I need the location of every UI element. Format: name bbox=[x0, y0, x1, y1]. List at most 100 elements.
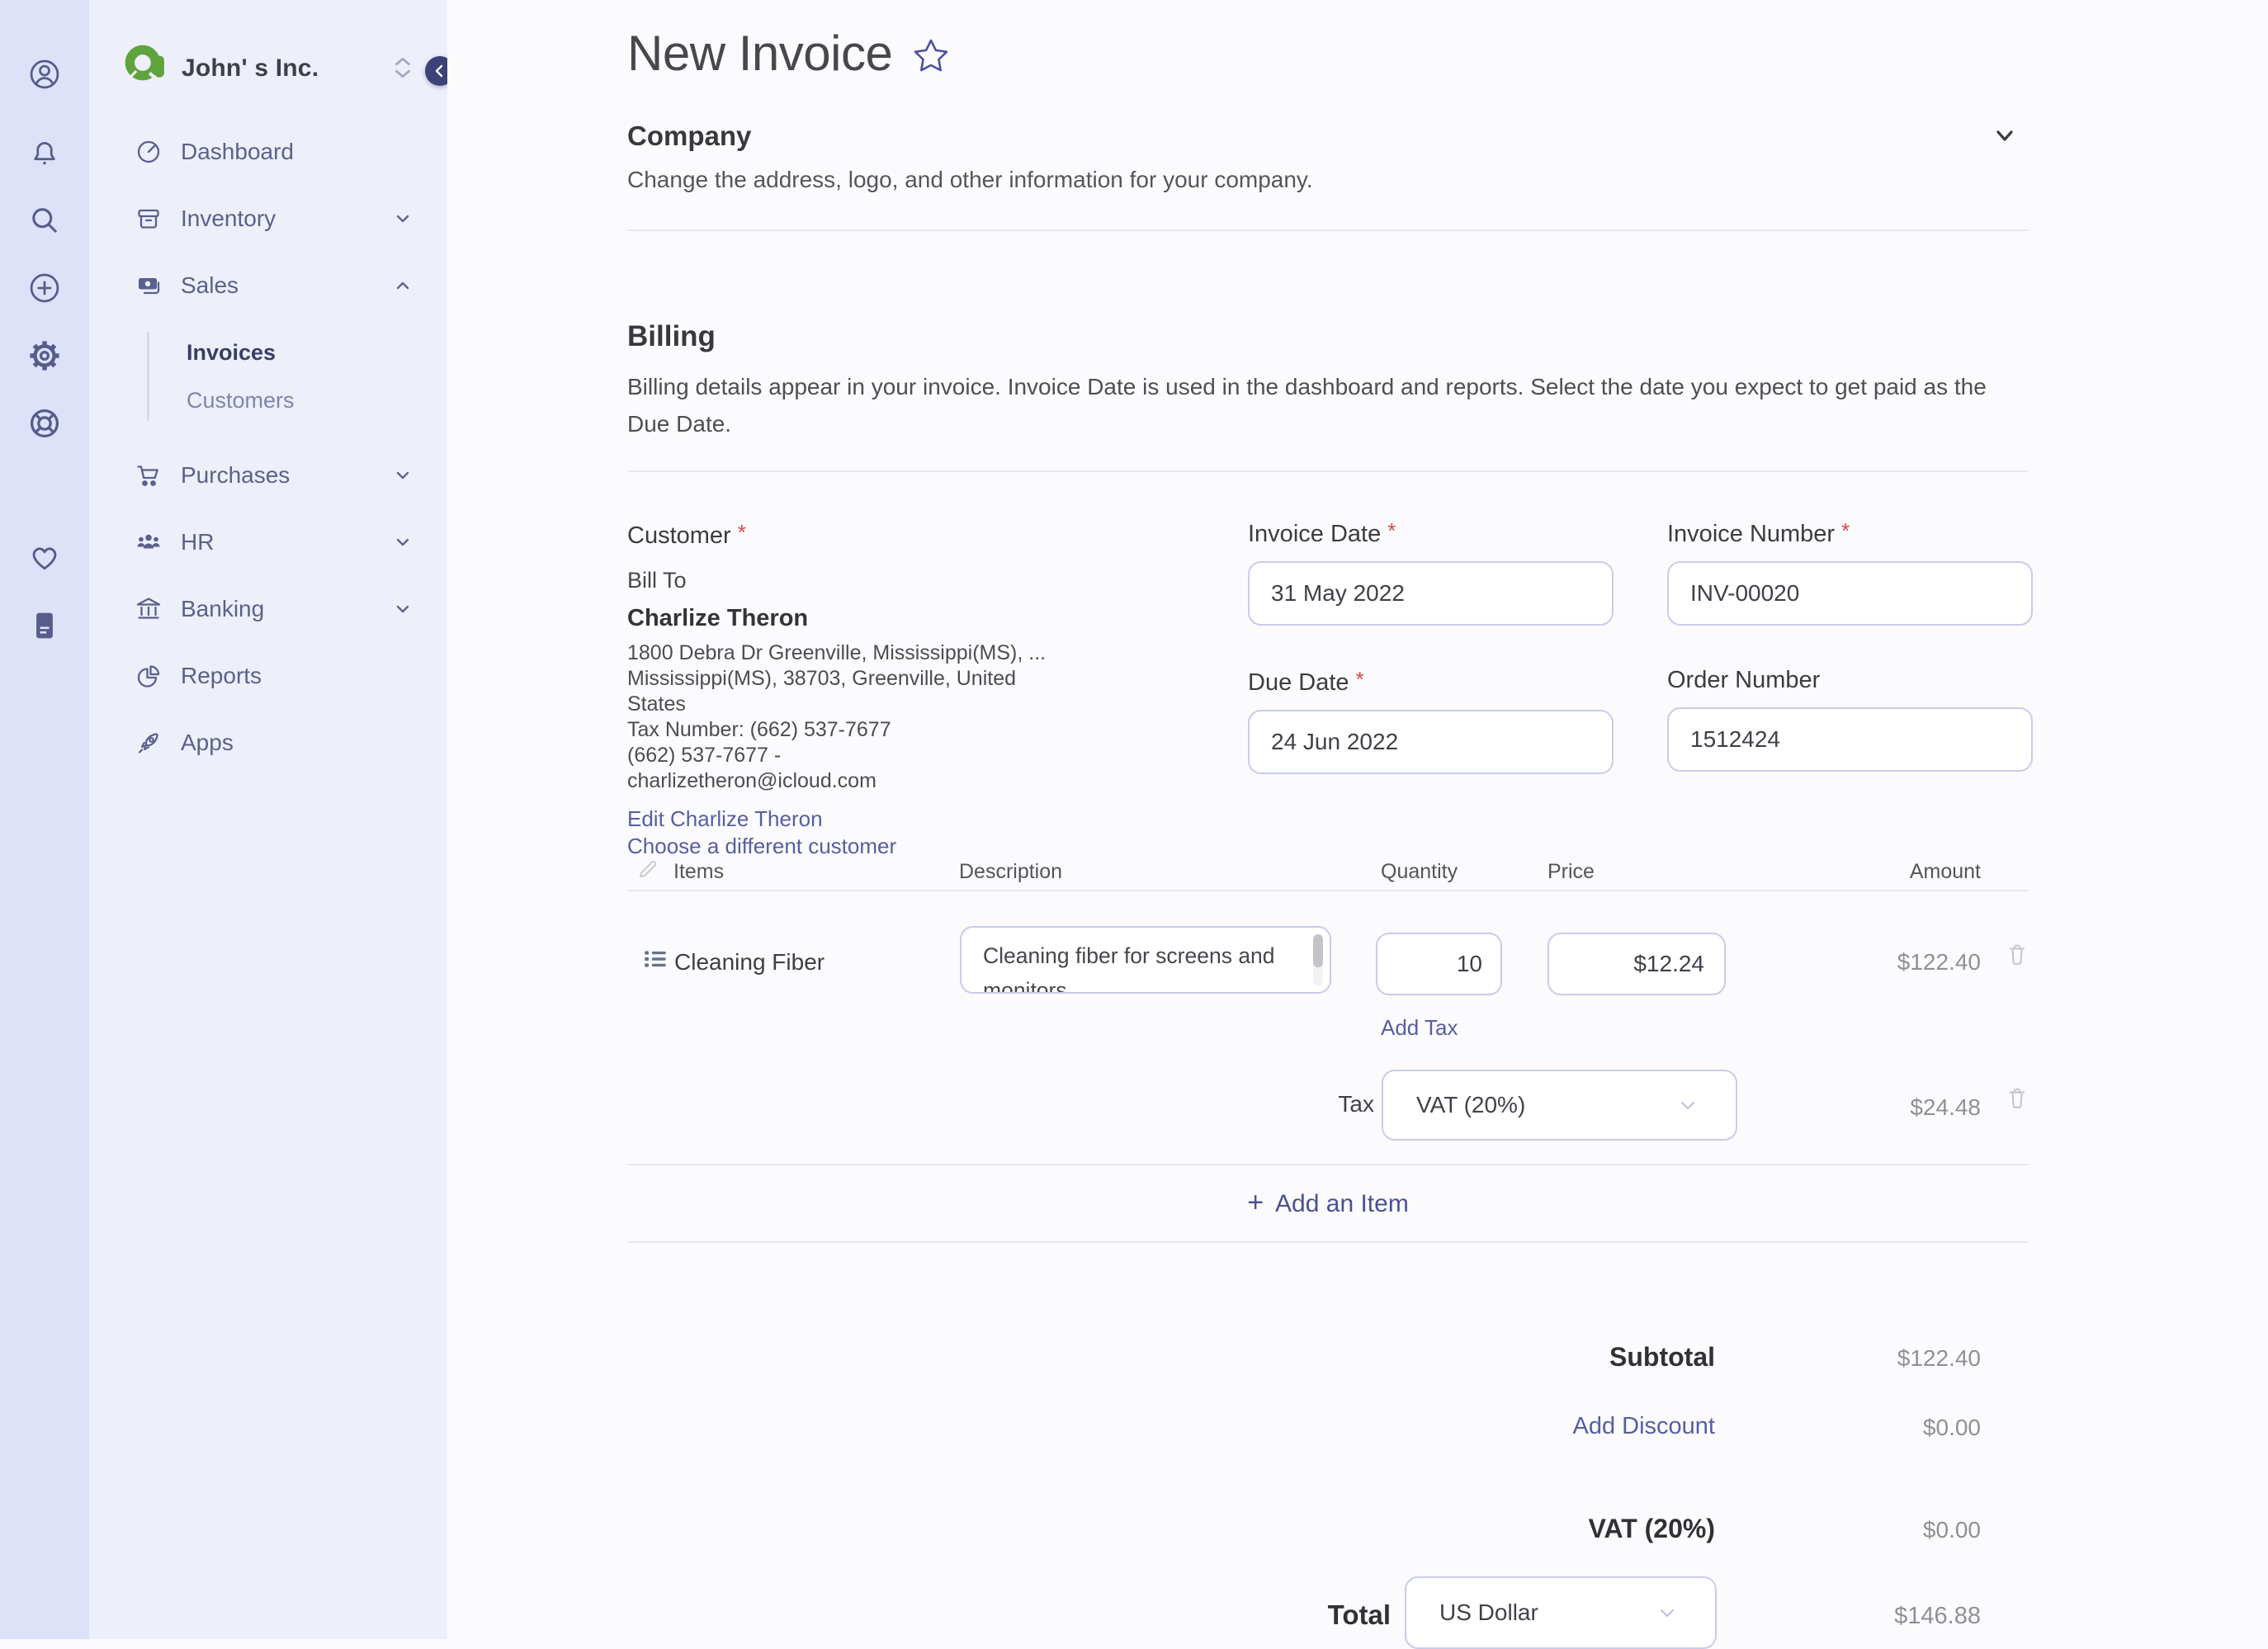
company-name[interactable]: John' s Inc. bbox=[182, 54, 319, 83]
account-icon[interactable] bbox=[26, 56, 63, 92]
sidebar-item-label: Dashboard bbox=[181, 138, 294, 164]
sidebar-item-purchases[interactable]: Purchases bbox=[89, 442, 447, 508]
due-date-field: Due Date * bbox=[1248, 667, 1614, 774]
sidebar-item-sales[interactable]: Sales bbox=[89, 252, 447, 319]
reports-pie-icon bbox=[135, 662, 163, 690]
subtotal-value: $122.40 bbox=[1897, 1345, 1981, 1371]
apps-rocket-icon bbox=[135, 729, 163, 757]
sidebar-item-customers[interactable]: Customers bbox=[89, 376, 447, 424]
sidebar-item-banking[interactable]: Banking bbox=[89, 575, 447, 642]
delete-item-trash-icon[interactable] bbox=[2004, 941, 2030, 969]
sidebar-item-label: Customers bbox=[187, 387, 295, 413]
amount-column-header: Amount bbox=[1909, 860, 1981, 883]
inventory-icon bbox=[135, 205, 163, 233]
sales-icon bbox=[135, 272, 163, 300]
add-item-button[interactable]: + Add an Item bbox=[627, 1187, 2029, 1219]
invoice-date-label: Invoice Date * bbox=[1248, 518, 1396, 547]
chevron-down-icon bbox=[393, 532, 413, 552]
delete-tax-trash-icon[interactable] bbox=[2004, 1084, 2030, 1113]
main-area: New Invoice Company Change the address, … bbox=[447, 0, 2268, 1649]
tax-select-value: VAT (20%) bbox=[1416, 1092, 1526, 1117]
favorites-heart-icon[interactable] bbox=[26, 540, 63, 576]
billing-section-description: Billing details appear in your invoice. … bbox=[627, 374, 1987, 437]
tax-select[interactable]: VAT (20%) bbox=[1382, 1070, 1737, 1141]
chevron-up-icon bbox=[393, 276, 413, 295]
address-line: 1800 Debra Dr Greenville, Mississippi(MS… bbox=[627, 641, 1047, 664]
company-collapse-chevron-icon[interactable] bbox=[1992, 122, 2018, 149]
drag-handle-icon[interactable] bbox=[642, 946, 669, 972]
chevron-down-icon bbox=[1676, 1094, 1699, 1117]
invoice-number-label: Invoice Number * bbox=[1667, 518, 1850, 547]
switch-company-icon[interactable] bbox=[391, 54, 414, 81]
order-number-field: Order Number bbox=[1667, 667, 2033, 774]
tax-label: Tax bbox=[1338, 1091, 1374, 1117]
address-line: Mississippi(MS), 38703, Greenville, Unit… bbox=[627, 667, 1017, 690]
company-logo[interactable] bbox=[122, 40, 167, 84]
support-lifebuoy-icon[interactable] bbox=[26, 405, 63, 442]
company-section: Company bbox=[627, 120, 2029, 152]
choose-customer-link[interactable]: Choose a different customer bbox=[627, 833, 1230, 860]
edit-customer-link[interactable]: Edit Charlize Theron bbox=[627, 806, 1230, 833]
due-date-input[interactable] bbox=[1248, 710, 1614, 774]
divider bbox=[627, 1241, 2029, 1243]
sidebar-item-label: Inventory bbox=[181, 205, 276, 231]
sidebar-item-reports[interactable]: Reports bbox=[89, 642, 447, 709]
currency-select-value: US Dollar bbox=[1439, 1599, 1538, 1625]
add-tax-link[interactable]: Add Tax bbox=[1381, 1015, 1458, 1041]
divider bbox=[627, 229, 2029, 231]
items-column-header: Items bbox=[673, 860, 725, 883]
chevron-down-icon bbox=[1656, 1601, 1679, 1624]
required-mark: * bbox=[737, 520, 746, 545]
company-section-heading: Company bbox=[627, 120, 752, 151]
documents-icon[interactable] bbox=[26, 607, 63, 644]
invoice-number-input[interactable] bbox=[1667, 561, 2033, 626]
invoice-date-input[interactable] bbox=[1248, 561, 1614, 626]
chevron-down-icon bbox=[393, 465, 413, 485]
sidebar-item-dashboard[interactable]: Dashboard bbox=[89, 118, 447, 185]
sidebar-item-invoices[interactable]: Invoices bbox=[89, 328, 447, 376]
bill-to-label: Bill To bbox=[627, 568, 687, 593]
sidebar-item-hr[interactable]: HR bbox=[89, 508, 447, 575]
textarea-scrollbar-thumb[interactable] bbox=[1313, 934, 1323, 967]
vat-label: VAT (20%) bbox=[1588, 1514, 1716, 1543]
order-number-input[interactable] bbox=[1667, 707, 2033, 772]
table-header-divider bbox=[627, 890, 2029, 891]
sales-subnav: Invoices Customers bbox=[89, 328, 447, 424]
sidebar-item-label: Sales bbox=[181, 272, 239, 298]
settings-gear-icon[interactable] bbox=[26, 338, 63, 374]
sidebar-nav: Dashboard Inventory Sales Invoices Custo… bbox=[89, 118, 447, 776]
plus-icon: + bbox=[1247, 1187, 1264, 1218]
sidebar-item-label: Invoices bbox=[187, 339, 276, 365]
item-description-text: Cleaning fiber for screens and monitors bbox=[983, 943, 1275, 994]
item-name[interactable]: Cleaning Fiber bbox=[674, 949, 825, 976]
page-title-row: New Invoice bbox=[627, 25, 950, 82]
sidebar-item-apps[interactable]: Apps bbox=[89, 709, 447, 776]
sidebar-item-inventory[interactable]: Inventory bbox=[89, 185, 447, 252]
item-quantity-input[interactable] bbox=[1376, 933, 1502, 995]
billing-section-heading: Billing bbox=[627, 320, 716, 352]
search-icon[interactable] bbox=[26, 202, 63, 239]
invoice-number-field: Invoice Number * bbox=[1667, 518, 2033, 626]
purchases-cart-icon bbox=[135, 461, 163, 489]
chevron-down-icon bbox=[393, 209, 413, 229]
sidebar-item-label: Purchases bbox=[181, 461, 291, 488]
add-discount-link[interactable]: Add Discount bbox=[1205, 1413, 1716, 1440]
customer-phone: (662) 537-7677 - bbox=[627, 744, 782, 767]
add-new-icon[interactable] bbox=[26, 270, 63, 306]
required-mark: * bbox=[1355, 667, 1364, 692]
currency-select[interactable]: US Dollar bbox=[1405, 1576, 1717, 1649]
sidebar: John' s Inc. Dashboard Inventory Sales I… bbox=[89, 0, 455, 1639]
price-column-header: Price bbox=[1547, 860, 1595, 883]
hr-people-icon bbox=[135, 528, 163, 556]
item-price-input[interactable] bbox=[1547, 933, 1726, 995]
notifications-icon[interactable] bbox=[26, 135, 63, 171]
customer-email: charlizetheron@icloud.com bbox=[627, 769, 876, 792]
due-date-label: Due Date * bbox=[1248, 667, 1364, 696]
tax-amount: $24.48 bbox=[1910, 1094, 1981, 1120]
item-amount: $122.40 bbox=[1897, 949, 1981, 975]
customer-name: Charlize Theron bbox=[627, 605, 809, 631]
dashboard-icon bbox=[135, 138, 163, 166]
discount-value: $0.00 bbox=[1922, 1415, 1981, 1440]
item-description-textarea[interactable]: Cleaning fiber for screens and monitors bbox=[960, 926, 1331, 994]
favorite-star-icon[interactable] bbox=[912, 37, 950, 75]
